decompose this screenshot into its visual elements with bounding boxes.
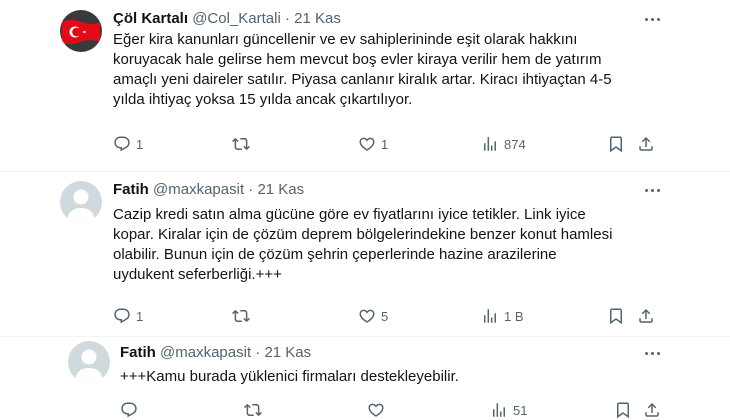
share-icon [637, 307, 655, 325]
display-name[interactable]: Fatih [120, 344, 156, 361]
like-button[interactable] [367, 399, 390, 420]
share-button[interactable] [643, 399, 661, 420]
separator: · [248, 181, 254, 198]
like-count: 1 [381, 136, 389, 152]
tweet-line: Eğer kira kanunları güncellenir ve ev sa… [113, 31, 578, 48]
tweet-header: Fatih @maxkapasit · 21 Kas [120, 343, 311, 363]
more-icon[interactable] [637, 9, 667, 29]
retweet-button[interactable] [244, 399, 267, 420]
more-icon[interactable] [637, 180, 667, 200]
reply-icon [120, 401, 138, 419]
bookmark-icon [607, 135, 625, 153]
tweet-2[interactable]: Fatih @maxkapasit · 21 Kas Cazip kredi s… [0, 172, 730, 337]
default-avatar[interactable] [60, 181, 102, 223]
views-button[interactable]: 874 [481, 133, 526, 155]
like-icon [358, 135, 376, 153]
display-name[interactable]: Fatih [113, 181, 149, 198]
tweet-text: Eğer kira kanunları güncellenir ve ev sa… [113, 30, 612, 110]
share-icon [643, 401, 661, 419]
flag-avatar[interactable] [60, 10, 102, 52]
handle[interactable]: @maxkapasit [153, 181, 244, 198]
action-bar: 1 5 1 B [0, 305, 730, 327]
handle[interactable]: @maxkapasit [160, 344, 251, 361]
more-icon[interactable] [637, 343, 667, 363]
views-button[interactable]: 1 B [481, 305, 524, 327]
timestamp[interactable]: 21 Kas [257, 181, 304, 198]
share-button[interactable] [637, 133, 655, 155]
view-count: 1 B [504, 308, 524, 324]
tweet-line: amaçlı yeni daireler satılır. Piyasa can… [113, 71, 612, 88]
reply-button[interactable] [120, 399, 143, 420]
retweet-icon [232, 307, 250, 325]
views-icon [490, 401, 508, 419]
like-icon [358, 307, 376, 325]
views-button[interactable]: 51 [490, 399, 527, 420]
reply-button[interactable]: 1 [113, 133, 143, 155]
tweet-line: olabilir. Bunun için de çözüm şehrin çep… [113, 246, 557, 263]
like-count: 5 [381, 308, 389, 324]
tweet-text: +++Kamu burada yüklenici firmaları deste… [120, 367, 459, 387]
bookmark-button[interactable] [607, 305, 625, 327]
tweet-line: uydukent seferberliği.+++ [113, 266, 282, 283]
tweet-line: koruyacak hale gelirse hem mevcut boş ev… [113, 51, 602, 68]
retweet-button[interactable] [232, 133, 255, 155]
separator: · [255, 344, 261, 361]
tweet-3[interactable]: Fatih @maxkapasit · 21 Kas +++Kamu burad… [0, 337, 730, 420]
action-bar: 1 1 874 [0, 133, 730, 155]
display-name[interactable]: Çöl Kartalı [113, 10, 188, 27]
like-button[interactable]: 5 [358, 305, 388, 327]
handle[interactable]: @Col_Kartali [192, 10, 281, 27]
retweet-button[interactable] [232, 305, 255, 327]
reply-icon [113, 307, 131, 325]
tweet-line: kopar. Kiralar için de çözüm deprem bölg… [113, 226, 613, 243]
like-button[interactable]: 1 [358, 133, 388, 155]
share-icon [637, 135, 655, 153]
views-icon [481, 135, 499, 153]
reply-icon [113, 135, 131, 153]
bookmark-icon [607, 307, 625, 325]
view-count: 874 [504, 136, 526, 152]
bookmark-button[interactable] [607, 133, 625, 155]
views-icon [481, 307, 499, 325]
action-bar: 51 [0, 399, 730, 420]
reply-count: 1 [136, 136, 144, 152]
timestamp[interactable]: 21 Kas [294, 10, 341, 27]
tweet-line: yılda ihtiyaç yoksa 15 yılda ancak çıkar… [113, 91, 413, 108]
share-button[interactable] [637, 305, 655, 327]
separator: · [284, 10, 290, 27]
tweet-line: Cazip kredi satın alma gücüne göre ev fi… [113, 206, 586, 223]
timestamp[interactable]: 21 Kas [264, 344, 311, 361]
tweet-text: Cazip kredi satın alma gücüne göre ev fi… [113, 205, 612, 285]
reply-button[interactable]: 1 [113, 305, 143, 327]
view-count: 51 [513, 402, 528, 418]
bookmark-icon [614, 401, 632, 419]
tweet-1[interactable]: Çöl Kartalı @Col_Kartali · 21 Kas Eğer k… [0, 0, 730, 172]
reply-count: 1 [136, 308, 144, 324]
retweet-icon [244, 401, 262, 419]
tweet-line: +++Kamu burada yüklenici firmaları deste… [120, 368, 459, 385]
tweet-header: Fatih @maxkapasit · 21 Kas [113, 180, 304, 200]
default-avatar[interactable] [68, 341, 110, 383]
retweet-icon [232, 135, 250, 153]
bookmark-button[interactable] [614, 399, 632, 420]
tweet-header: Çöl Kartalı @Col_Kartali · 21 Kas [113, 9, 341, 29]
like-icon [367, 401, 385, 419]
